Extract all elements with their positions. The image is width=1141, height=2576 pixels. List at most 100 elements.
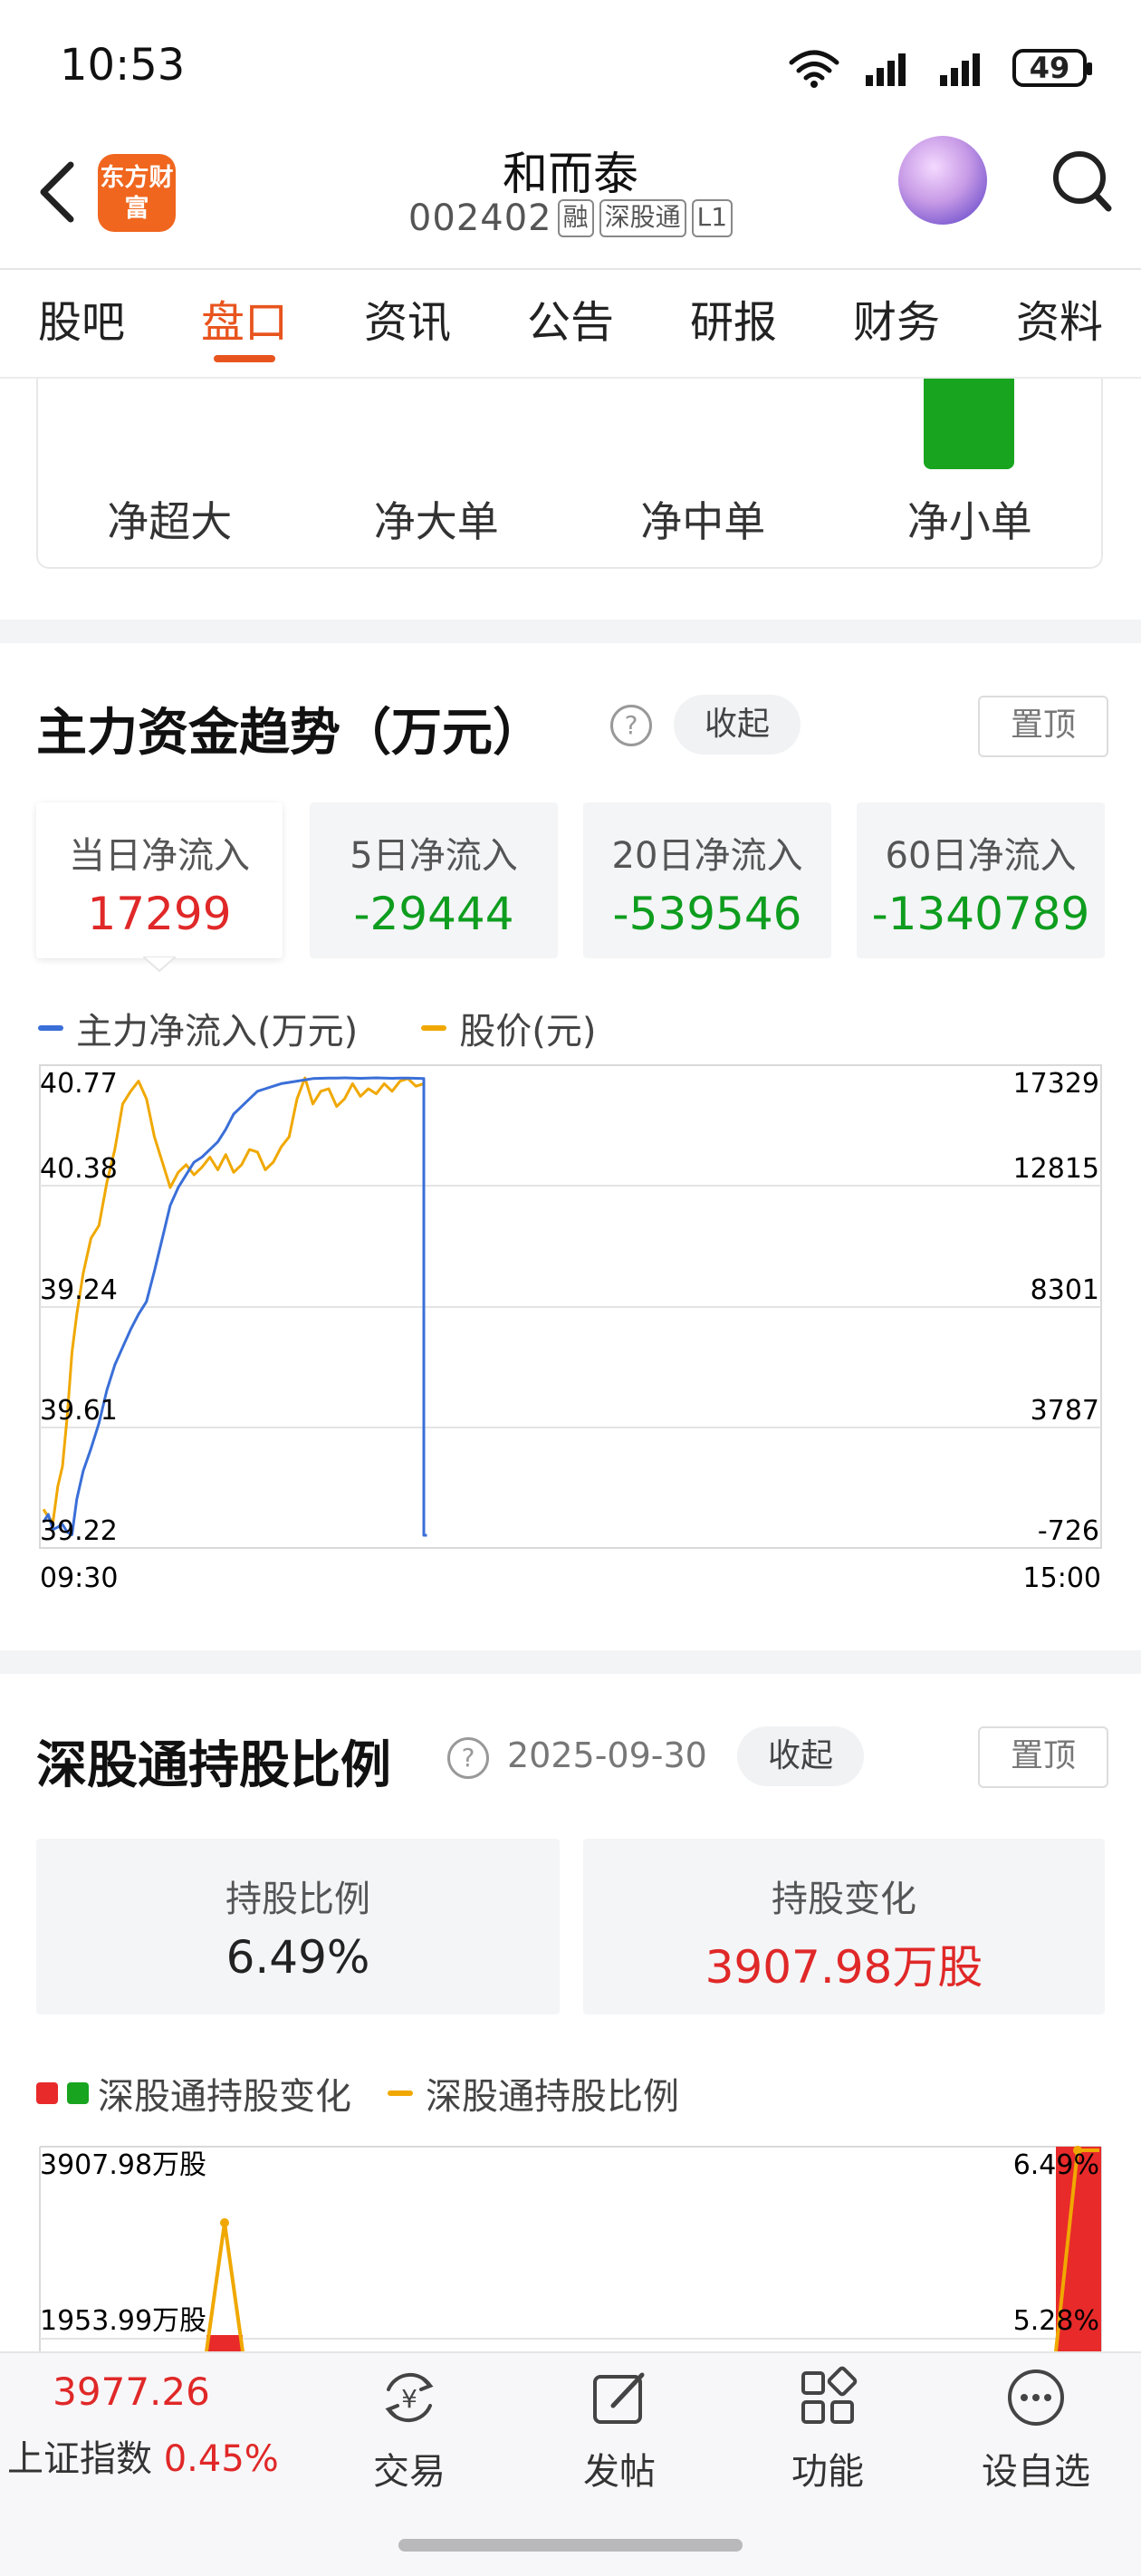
y-left-tick: 40.38 <box>40 1153 118 1185</box>
summary-label: 5日净流入 <box>350 835 518 877</box>
summary-box-20day[interactable]: 20日净流入 -539546 <box>583 803 831 958</box>
x-tick-end: 15:00 <box>1023 1562 1101 1594</box>
summary-value: 17299 <box>87 888 232 940</box>
margin-tag: 融 <box>557 199 594 237</box>
collapse-button[interactable]: 收起 <box>737 1726 865 1786</box>
y-right-tick: 8301 <box>1031 1274 1099 1306</box>
level1-tag: L1 <box>691 199 734 237</box>
hk-connect-title: 深股通持股比例 <box>36 1736 391 1795</box>
summary-box-today[interactable]: 当日净流入 17299 <box>36 803 283 958</box>
summary-box-60day[interactable]: 60日净流入 -1340789 <box>857 803 1105 958</box>
legend-swatch-price <box>421 1025 447 1031</box>
tab-news[interactable]: 资讯 <box>326 268 489 377</box>
ratio-line <box>205 2222 244 2351</box>
svg-text:¥: ¥ <box>401 2384 417 2414</box>
signal-icon-2 <box>940 53 980 86</box>
status-time: 10:53 <box>60 40 186 91</box>
nav-label: 设自选 <box>982 2451 1090 2493</box>
holding-change-box: 持股变化 3907.98万股 <box>583 1839 1105 2014</box>
pin-to-top-button[interactable]: 置顶 <box>978 696 1108 757</box>
legend-label-change: 深股通持股变化 <box>98 2076 351 2118</box>
tab-bar: 股吧 盘口 资讯 公告 研报 财务 资料 <box>0 268 1141 377</box>
capital-trend-chart[interactable]: 40.77 40.38 39.24 39.61 39.22 17329 1281… <box>0 1051 1141 1612</box>
summary-value: 3907.98万股 <box>705 1941 983 1994</box>
legend-label-inflow: 主力净流入(万元) <box>76 1011 359 1053</box>
y-left-tick: 40.77 <box>40 1068 118 1100</box>
label-net-small: 净小单 <box>906 497 1032 546</box>
home-indicator[interactable] <box>398 2539 743 2552</box>
legend-swatch-increase <box>36 2082 58 2104</box>
summary-value: -1340789 <box>871 888 1090 940</box>
holding-bar <box>206 2335 243 2351</box>
label-net-medium: 净中单 <box>640 497 766 546</box>
y-left-tick: 39.61 <box>40 1395 118 1427</box>
nav-label: 交易 <box>373 2451 446 2493</box>
legend-swatch-decrease <box>67 2082 89 2104</box>
summary-label: 持股变化 <box>772 1879 916 1920</box>
help-icon[interactable]: ? <box>447 1737 489 1779</box>
sz-connect-tag: 深股通 <box>599 199 686 237</box>
legend-swatch-inflow <box>38 1025 63 1031</box>
selected-pointer <box>143 956 176 973</box>
tab-pankou[interactable]: 盘口 <box>163 268 326 377</box>
search-icon[interactable] <box>1050 145 1114 217</box>
robot-assistant-avatar[interactable] <box>898 136 987 225</box>
help-icon[interactable]: ? <box>610 705 652 746</box>
stock-code: 002402 <box>408 197 552 239</box>
nav-functions[interactable]: 功能 <box>764 2366 891 2494</box>
y-right-tick: 5.28% <box>1013 2305 1099 2337</box>
holding-date: 2025-09-30 <box>507 1735 707 1775</box>
y-right-tick: 12815 <box>1013 1153 1099 1185</box>
order-flow-labels: 净超大 净大单 净中单 净小单 <box>36 489 1103 549</box>
battery-icon: 49 <box>1012 49 1092 87</box>
holding-ratio-box: 持股比例 6.49% <box>36 1839 560 2014</box>
ratio-point <box>220 2218 229 2227</box>
tab-guba[interactable]: 股吧 <box>0 268 163 377</box>
net-small-order-bar <box>924 379 1014 469</box>
post-edit-icon <box>593 2372 645 2424</box>
more-dots-icon <box>1008 2369 1064 2426</box>
y-left-tick: 3907.98万股 <box>40 2149 206 2181</box>
summary-label: 60日净流入 <box>885 835 1077 877</box>
index-change: 0.45% <box>163 2438 279 2480</box>
grid-apps-icon <box>801 2366 858 2424</box>
pin-to-top-button[interactable]: 置顶 <box>978 1726 1108 1788</box>
tab-research[interactable]: 研报 <box>652 268 815 377</box>
wifi-icon <box>789 50 839 88</box>
collapse-button[interactable]: 收起 <box>674 695 801 755</box>
y-right-tick: 17329 <box>1013 1068 1099 1100</box>
summary-label: 持股比例 <box>225 1879 370 1920</box>
label-net-large: 净大单 <box>373 497 499 546</box>
y-left-tick: 1953.99万股 <box>40 2305 206 2337</box>
tab-profile[interactable]: 资料 <box>978 268 1141 377</box>
label-net-super-large: 净超大 <box>107 497 233 546</box>
capital-trend-title: 主力资金趋势（万元） <box>36 704 543 763</box>
index-value[interactable]: 3977.26 <box>0 2369 263 2414</box>
y-right-tick: 6.49% <box>1013 2149 1099 2181</box>
nav-post[interactable]: 发帖 <box>556 2366 683 2494</box>
summary-box-5day[interactable]: 5日净流入 -29444 <box>310 803 558 958</box>
summary-label: 当日净流入 <box>69 835 250 877</box>
legend-label-ratio: 深股通持股比例 <box>426 2076 679 2118</box>
y-right-tick: -726 <box>1038 1515 1099 1547</box>
tab-announcements[interactable]: 公告 <box>489 268 652 377</box>
nav-label: 功能 <box>791 2451 864 2493</box>
index-ticker[interactable]: 上证指数 0.45% <box>7 2429 279 2482</box>
tab-finance[interactable]: 财务 <box>815 268 978 377</box>
legend-swatch-ratio <box>388 2091 413 2096</box>
legend-label-price: 股价(元) <box>459 1011 597 1053</box>
holding-chart[interactable]: 3907.98万股 1953.99万股 6.49% 5.28% <box>0 2138 1141 2351</box>
summary-value: -29444 <box>353 888 514 940</box>
trend-legend: 主力净流入(万元) 股价(元) <box>38 1002 596 1054</box>
summary-value: -539546 <box>612 888 802 940</box>
trade-yen-icon: ¥ <box>385 2372 434 2423</box>
y-left-tick: 39.22 <box>40 1515 118 1547</box>
summary-label: 20日净流入 <box>611 835 803 877</box>
nav-trade[interactable]: ¥ 交易 <box>346 2366 473 2494</box>
signal-icon <box>866 53 906 86</box>
holding-legend: 深股通持股变化 深股通持股比例 <box>36 2067 679 2119</box>
section-separator <box>0 620 1141 643</box>
battery-level: 49 <box>1029 51 1070 85</box>
nav-add-watchlist[interactable]: 设自选 <box>973 2366 1099 2494</box>
status-icons: 49 <box>788 45 1092 91</box>
